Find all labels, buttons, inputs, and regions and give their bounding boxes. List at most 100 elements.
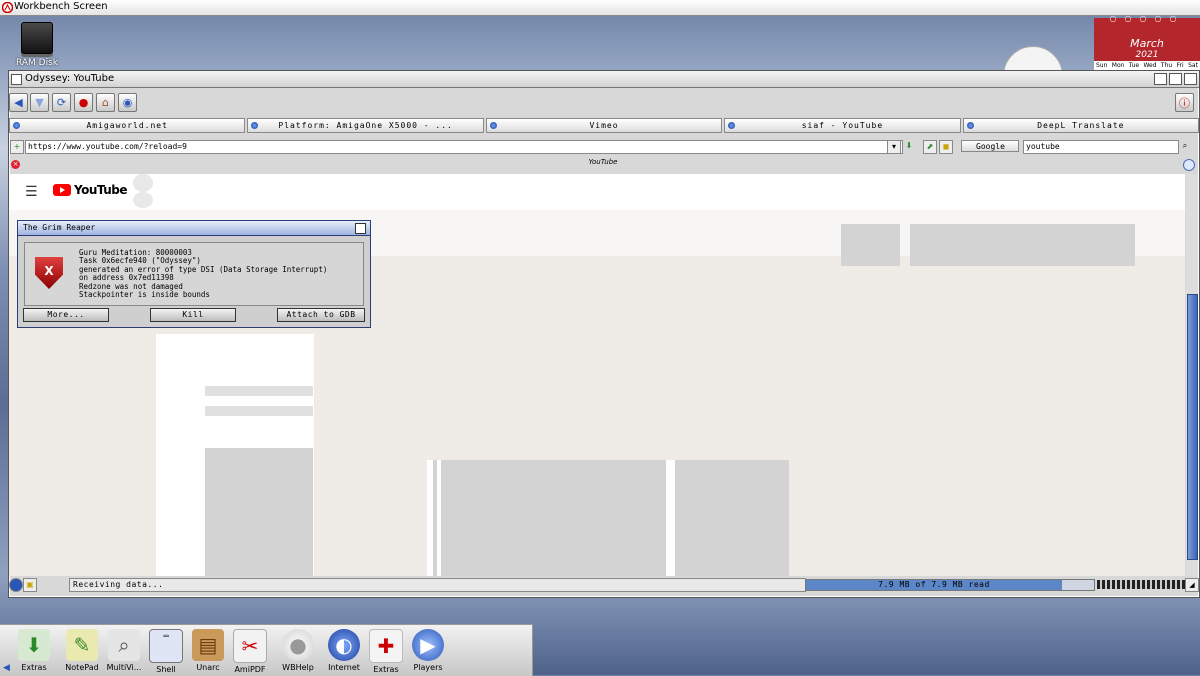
weekday: Sat [1188, 62, 1198, 69]
weekday: Tue [1128, 62, 1140, 69]
video-thumbnail-placeholder [205, 448, 313, 576]
video-thumbnail-placeholder [441, 460, 666, 576]
package-icon: ✚ [369, 629, 403, 663]
video-thumbnail-placeholder [841, 224, 900, 266]
stop-button[interactable]: ● [74, 93, 93, 112]
weekday: Wed [1143, 62, 1157, 69]
dock-item-wbhelp[interactable]: ● WBHelp [278, 627, 318, 676]
dialog-title: The Grim Reaper [23, 223, 96, 232]
kill-button[interactable]: Kill [150, 308, 236, 322]
grim-reaper-dialog: The Grim Reaper X Guru Meditation: 80000… [17, 220, 371, 328]
dock-item-extras[interactable]: ⬇ Extras [14, 627, 54, 676]
weekday: Sun [1096, 62, 1108, 69]
window-title-bar[interactable]: Odyssey: YouTube [9, 71, 1199, 88]
history-button[interactable]: ◉ [118, 93, 137, 112]
iconify-icon[interactable] [1154, 73, 1167, 85]
globe-icon: ◐ [328, 629, 360, 661]
bookmark-bar: Amigaworld.net Platform: AmigaOne X5000 … [9, 118, 1200, 133]
url-input[interactable]: https://www.youtube.com/?reload=9 [25, 140, 903, 154]
text-placeholder [205, 386, 313, 396]
error-shield-icon: X [35, 257, 63, 289]
bookmark-globe-icon [966, 122, 974, 129]
video-thumbnail-placeholder [675, 460, 789, 576]
play-icon: ▶ [412, 629, 444, 661]
more-button[interactable]: More... [23, 308, 109, 322]
dock-item-notepad[interactable]: ✎ NotePad [62, 627, 102, 676]
history-icon: ◉ [122, 96, 133, 109]
download-progress-bar: 7.9 MB of 7.9 MB read [805, 579, 1095, 591]
pdf-icon: ✂ [233, 629, 267, 663]
bookmark-amigaworld[interactable]: Amigaworld.net [9, 118, 246, 133]
zoom-icon[interactable] [1169, 73, 1182, 85]
url-history-dropdown-icon[interactable]: ▾ [887, 140, 901, 154]
vertical-scrollbar[interactable] [1186, 174, 1198, 576]
rss-icon[interactable]: ◼ [939, 140, 953, 154]
address-bar: + https://www.youtube.com/?reload=9 ▾ ⬇ … [9, 139, 1199, 155]
dock-item-players[interactable]: ▶ Players [408, 627, 448, 676]
youtube-logo[interactable]: YouTube [53, 183, 128, 197]
toolbar: ◀ ▼ ⟳ ● ⌂ ◉ ⓘ [9, 91, 1199, 115]
back-button[interactable]: ◀ [9, 93, 28, 112]
bookmark-siaf[interactable]: siaf - YouTube [724, 118, 961, 133]
lightbulb-icon: ● [282, 629, 314, 661]
amiga-logo-icon[interactable] [2, 2, 13, 13]
bookmark-deepl[interactable]: DeepL Translate [962, 118, 1200, 133]
bookmark-globe-icon [251, 122, 259, 129]
tab-loading-icon [1183, 159, 1195, 171]
dock-menu-arrow-icon[interactable]: ◀ [3, 663, 10, 673]
archive-icon: ▤ [192, 629, 224, 661]
avatar-placeholder [133, 174, 153, 192]
activity-indicator [1097, 580, 1187, 589]
dock-item-amipdf[interactable]: ✂ AmiPDF [230, 627, 270, 676]
resize-gadget-icon[interactable]: ◢ [1185, 578, 1199, 592]
scrollbar-knob[interactable] [1187, 294, 1198, 560]
depth-icon[interactable] [1184, 73, 1197, 85]
window-close-icon[interactable] [11, 74, 22, 85]
dock-item-unarc[interactable]: ▤ Unarc [188, 627, 228, 676]
text-placeholder [205, 406, 313, 416]
magnifier-icon: ⌕ [108, 629, 140, 661]
calendar-widget[interactable]: ○○○○○ March 2021 Sun Mon Tue Wed Thu Fri… [1094, 14, 1200, 70]
tab-bar: × YouTube [9, 158, 1199, 172]
weekday: Thu [1160, 62, 1173, 69]
home-button[interactable]: ⌂ [96, 93, 115, 112]
status-bar: ▣ Receiving data... 7.9 MB of 7.9 MB rea… [9, 577, 1199, 593]
dock-item-multiview[interactable]: ⌕ MultiVi... [104, 627, 144, 676]
amidock: ◀ ⬇ Extras ✎ NotePad ⌕ MultiVi... ▭ Shel… [0, 624, 533, 676]
search-icon[interactable]: ⌕ [1179, 140, 1191, 152]
close-tab-icon[interactable]: × [11, 160, 20, 169]
reload-button[interactable]: ⟳ [52, 93, 71, 112]
dock-item-internet[interactable]: ◐ Internet [324, 627, 364, 676]
search-engine-select[interactable]: Google [961, 140, 1019, 152]
add-bookmark-icon[interactable]: ⬈ [923, 140, 937, 154]
tab-youtube[interactable]: YouTube [23, 158, 1183, 166]
guru-line: Stackpointer is inside bounds [79, 290, 210, 300]
ram-disk-icon[interactable]: RAM Disk [14, 22, 60, 68]
youtube-play-icon [53, 184, 71, 196]
back-arrow-icon: ◀ [14, 96, 23, 109]
home-icon: ⌂ [102, 96, 109, 109]
dock-item-shell[interactable]: ▭ Shell [146, 627, 186, 676]
screen-title-bar[interactable]: Workbench Screen [0, 0, 1200, 16]
bookmark-vimeo[interactable]: Vimeo [485, 118, 723, 133]
lock-icon: ▣ [23, 578, 37, 592]
attach-gdb-button[interactable]: Attach to GDB [277, 308, 365, 322]
site-security-icon[interactable]: + [10, 140, 24, 154]
search-engine-label: Google [976, 142, 1005, 151]
info-button[interactable]: ⓘ [1175, 93, 1194, 112]
dialog-title-bar[interactable]: The Grim Reaper [18, 221, 370, 236]
forward-button[interactable]: ▼ [30, 93, 49, 112]
weekday: Fri [1176, 62, 1184, 69]
window-title: Odyssey: YouTube [25, 73, 115, 84]
bookmark-globe-icon [489, 122, 497, 129]
go-arrow-icon[interactable]: ⬇ [903, 140, 915, 152]
hamburger-menu-icon[interactable]: ☰ [25, 184, 38, 200]
progress-label: 7.9 MB of 7.9 MB read [878, 580, 990, 589]
dock-item-extras-2[interactable]: ✚ Extras [366, 627, 406, 676]
dialog-depth-icon[interactable] [355, 223, 366, 234]
search-input[interactable]: youtube [1023, 140, 1179, 154]
forward-arrow-icon: ▼ [35, 96, 44, 109]
info-icon: ⓘ [1179, 96, 1190, 110]
bookmark-platform[interactable]: Platform: AmigaOne X5000 - ... [247, 118, 484, 133]
screen-title: Workbench Screen [14, 1, 108, 12]
